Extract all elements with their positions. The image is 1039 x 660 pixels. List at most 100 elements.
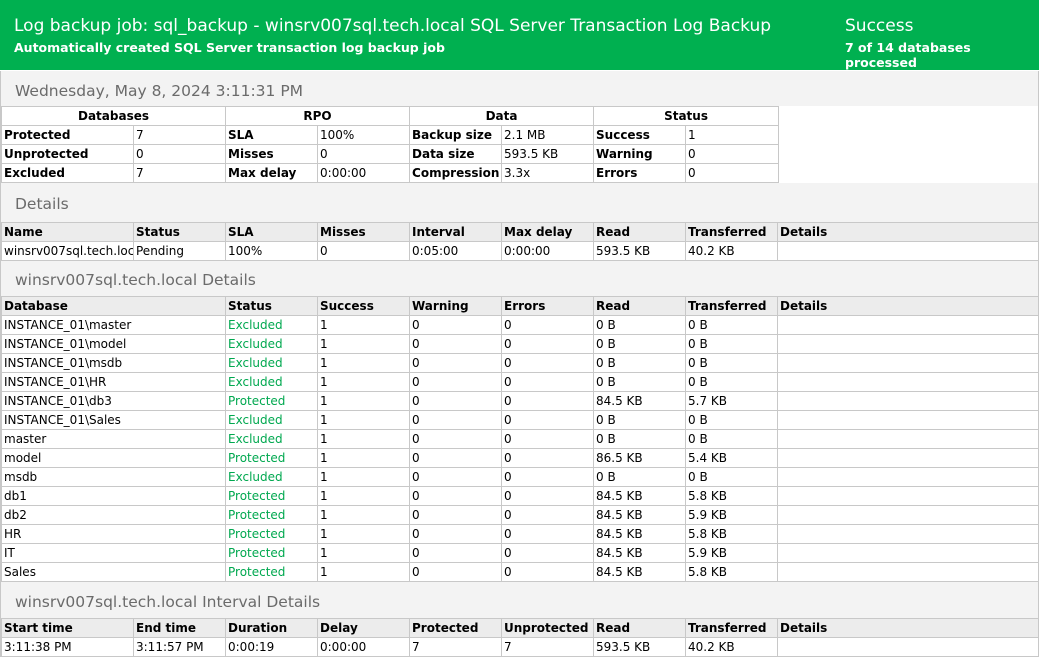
details-section-heading: Details [1, 183, 1038, 222]
status-cell: Excluded [225, 353, 318, 373]
table-cell: Unprotected [1, 144, 134, 164]
column-header: Status [133, 222, 226, 242]
processed-count: 7 of 14 databases processed [845, 40, 971, 70]
table-cell [777, 467, 1039, 487]
table-row: IT Protected 1 0 0 84.5 KB 5.9 KB [1, 543, 1039, 563]
status-cell: Excluded [225, 429, 318, 449]
table-cell: 7 [501, 637, 594, 657]
table-row: db1 Protected 1 0 0 84.5 KB 5.8 KB [1, 486, 1039, 506]
table-cell: 0 [409, 353, 502, 373]
table-cell: 0 B [685, 353, 778, 373]
details-table: Name Status SLA Misses Interval Max delay Read… [1, 222, 1039, 261]
table-cell: 5.7 KB [685, 391, 778, 411]
interval-details-heading: winsrv007sql.tech.local Interval Details [1, 582, 1038, 618]
table-row: INSTANCE_01\model Excluded 1 0 0 0 B0 B [1, 334, 1039, 354]
table-row: INSTANCE_01\Sales Excluded 1 0 0 0 B0 B [1, 410, 1039, 430]
table-cell: 0 [685, 144, 780, 164]
column-header: Start time [1, 618, 134, 638]
table-row: INSTANCE_01\master Excluded 1 0 0 0 B0 B [1, 315, 1039, 335]
status-cell: Protected [225, 524, 318, 544]
status-cell: Excluded [225, 467, 318, 487]
table-cell: 0 B [593, 410, 686, 430]
table-cell: 86.5 KB [593, 448, 686, 468]
table-row: msdb Excluded 1 0 0 0 B0 B [1, 467, 1039, 487]
table-cell: INSTANCE_01\Sales [1, 410, 226, 430]
report-date: Wednesday, May 8, 2024 3:11:31 PM [1, 71, 1038, 106]
table-row: INSTANCE_01\msdb Excluded 1 0 0 0 B0 B [1, 353, 1039, 373]
table-cell: 0 [409, 410, 502, 430]
column-header: Transferred [685, 296, 778, 316]
column-header: Max delay [501, 222, 594, 242]
table-cell [777, 315, 1039, 335]
table-cell: 0:00:19 [225, 637, 318, 657]
table-cell: 40.2 KB [685, 637, 778, 657]
table-cell: 0 B [593, 372, 686, 392]
table-cell: INSTANCE_01\HR [1, 372, 226, 392]
table-cell: 1 [317, 391, 410, 411]
table-cell: model [1, 448, 226, 468]
table-cell: 0 [409, 543, 502, 563]
status-cell: Excluded [225, 334, 318, 354]
table-cell: Compression [409, 163, 503, 183]
table-cell: 1 [685, 125, 780, 145]
table-cell: Max delay [225, 163, 319, 183]
column-header: Misses [317, 222, 410, 242]
table-cell: 0 B [593, 429, 686, 449]
column-header: Details [777, 222, 1039, 242]
table-cell: HR [1, 524, 226, 544]
column-header: Success [317, 296, 410, 316]
table-cell: INSTANCE_01\msdb [1, 353, 226, 373]
table-row: HR Protected 1 0 0 84.5 KB 5.8 KB [1, 524, 1039, 544]
table-cell: 0:00:00 [501, 241, 594, 261]
summary-group-rpo: RPO [225, 106, 411, 126]
column-header: Read [593, 222, 686, 242]
column-header: Transferred [685, 618, 778, 638]
table-header-row: Database Status Success Warning Errors Read Tr… [1, 296, 1039, 316]
table-cell [777, 353, 1039, 373]
table-cell: Misses [225, 144, 319, 164]
table-cell: 0 B [593, 467, 686, 487]
table-cell: 5.8 KB [685, 486, 778, 506]
column-header: Details [777, 618, 1039, 638]
table-cell: Data size [409, 144, 503, 164]
table-cell: INSTANCE_01\db3 [1, 391, 226, 411]
table-cell: 5.9 KB [685, 543, 778, 563]
table-row: Protected 7 SLA 100% Backup size 2.1 MB Succes… [1, 125, 780, 145]
summary-group-databases: Databases [0, 106, 227, 126]
table-cell: 0 [501, 543, 594, 563]
status-cell: Excluded [225, 372, 318, 392]
table-cell [777, 562, 1039, 582]
table-cell: 0 [501, 467, 594, 487]
table-cell [777, 486, 1039, 506]
table-cell: 0 [501, 372, 594, 392]
table-cell: 0 [409, 391, 502, 411]
job-subtitle: Automatically created SQL Server transac… [14, 40, 445, 55]
table-cell: 84.5 KB [593, 505, 686, 525]
table-cell: Warning [593, 144, 687, 164]
table-cell: 7 [132, 125, 227, 145]
table-cell: 0 [409, 429, 502, 449]
table-cell: 0 [501, 429, 594, 449]
table-cell [777, 448, 1039, 468]
table-cell: 3.3x [501, 163, 595, 183]
status-cell: Protected [225, 391, 318, 411]
table-cell [777, 543, 1039, 563]
table-header-row: Name Status SLA Misses Interval Max delay Read… [1, 222, 1039, 242]
column-header: Name [1, 222, 134, 242]
table-cell: 1 [317, 467, 410, 487]
table-cell: 0:00:00 [317, 163, 411, 183]
status-cell: Excluded [225, 410, 318, 430]
table-cell [777, 391, 1039, 411]
table-row: INSTANCE_01\HR Excluded 1 0 0 0 B0 B [1, 372, 1039, 392]
table-cell: 84.5 KB [593, 486, 686, 506]
table-cell: 100% [225, 241, 318, 261]
table-cell: 0 [501, 410, 594, 430]
table-cell: 1 [317, 505, 410, 525]
column-header: Details [777, 296, 1039, 316]
column-header: Status [225, 296, 318, 316]
status-cell: Protected [225, 486, 318, 506]
table-cell: 1 [317, 334, 410, 354]
column-header: Interval [409, 222, 502, 242]
table-row: Sales Protected 1 0 0 84.5 KB 5.8 KB [1, 562, 1039, 582]
table-cell: 0:00:00 [317, 637, 410, 657]
